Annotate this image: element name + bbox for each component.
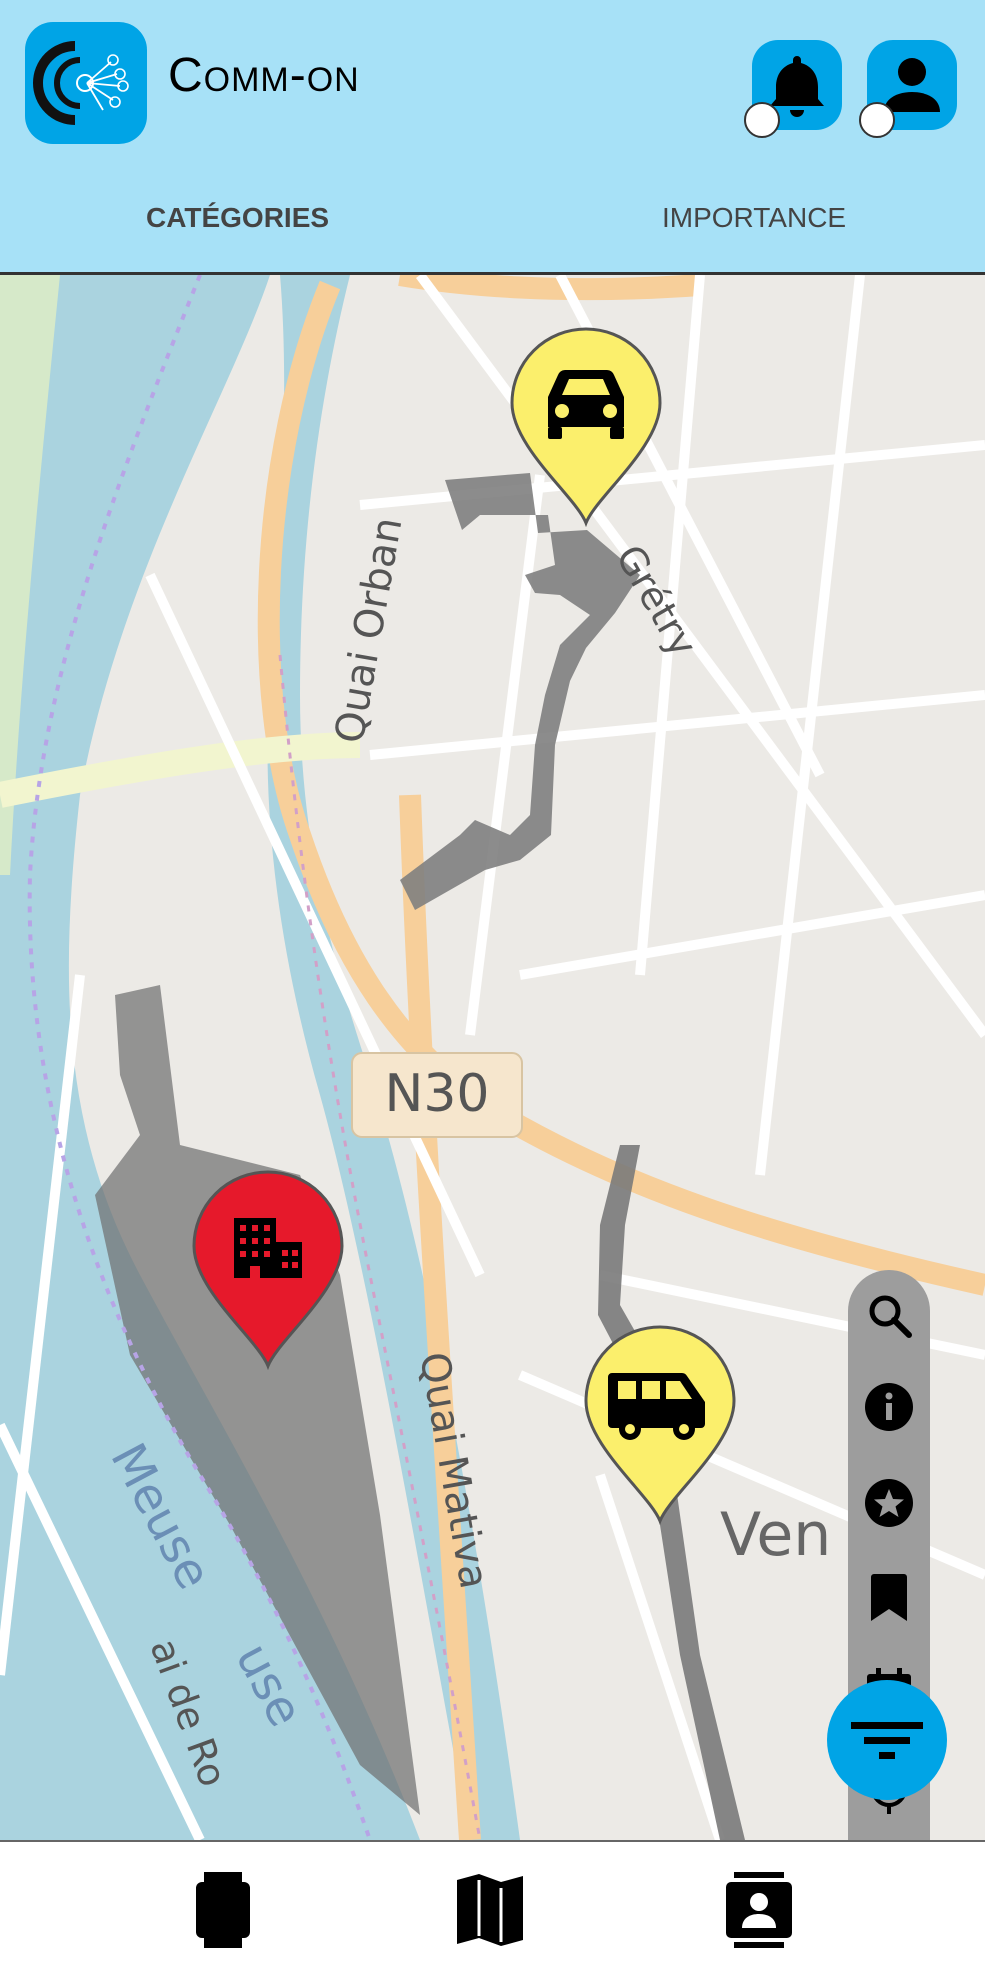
notification-badge bbox=[744, 102, 780, 138]
favorites-button[interactable] bbox=[864, 1478, 914, 1528]
filter-icon bbox=[851, 1722, 923, 1759]
map-label-quai-orban: Quai Orban bbox=[327, 514, 412, 747]
profile-button[interactable] bbox=[859, 40, 957, 138]
bottom-navigation bbox=[0, 1840, 985, 1970]
bus-marker[interactable] bbox=[582, 1325, 738, 1525]
tab-categories[interactable]: CATÉGORIES bbox=[146, 202, 329, 234]
map-view[interactable]: Quai Orban Grétry N30 Quai Mativa Meuse … bbox=[0, 275, 985, 1840]
car-marker[interactable] bbox=[508, 327, 664, 527]
bookmark-button[interactable] bbox=[864, 1572, 914, 1622]
notifications-button[interactable] bbox=[744, 40, 842, 138]
map-label-n30: N30 bbox=[384, 1064, 489, 1124]
star-icon bbox=[865, 1479, 913, 1527]
nav-watch[interactable] bbox=[188, 1872, 258, 1948]
search-icon bbox=[869, 1295, 912, 1338]
app-header: Comm-on CATÉGORIES IMPORTANCE bbox=[0, 0, 985, 275]
filter-button[interactable] bbox=[827, 1680, 947, 1800]
tab-importance[interactable]: IMPORTANCE bbox=[662, 202, 846, 234]
app-title: Comm-on bbox=[168, 49, 360, 102]
profile-badge bbox=[859, 102, 895, 138]
search-button[interactable] bbox=[864, 1290, 914, 1340]
building-marker[interactable] bbox=[190, 1170, 346, 1370]
nav-contacts[interactable] bbox=[724, 1872, 794, 1948]
watch-icon bbox=[196, 1872, 250, 1948]
map-basemap: Quai Orban Grétry N30 Quai Mativa Meuse … bbox=[0, 275, 985, 1840]
logo-icon bbox=[33, 41, 129, 125]
contact-card-icon bbox=[726, 1872, 792, 1948]
app-logo bbox=[25, 22, 147, 144]
bookmark-icon bbox=[871, 1574, 907, 1621]
nav-map[interactable] bbox=[455, 1872, 525, 1948]
map-icon bbox=[457, 1874, 523, 1946]
info-icon bbox=[865, 1383, 913, 1431]
info-button[interactable] bbox=[864, 1382, 914, 1432]
app-root: Comm-on CATÉGORIES IMPORTANCE Quai Orban… bbox=[0, 0, 985, 1970]
